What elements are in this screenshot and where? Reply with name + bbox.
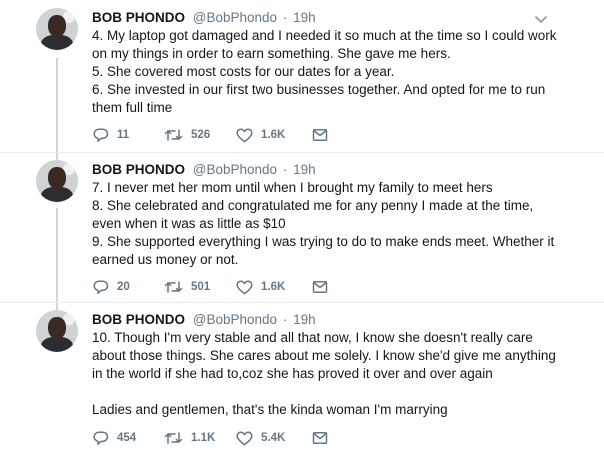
author-handle[interactable]: @BobPhondo: [193, 312, 277, 327]
retweet-count: 526: [191, 129, 211, 141]
envelope-icon: [312, 128, 328, 142]
chevron-down-icon[interactable]: [534, 12, 548, 23]
tweet-text: 7. I never met her mom until when I brou…: [92, 179, 564, 269]
envelope-icon: [312, 280, 328, 294]
like-count: 1.6K: [261, 281, 286, 293]
tweet-header: BOB PHONDO @BobPhondo · 19h: [92, 161, 564, 178]
retweet-count: 1.1K: [191, 432, 216, 444]
tweet[interactable]: BOB PHONDO @BobPhondo · 19h 7. I never m…: [0, 152, 604, 302]
reply-count: 454: [117, 432, 137, 444]
reply-button[interactable]: 454: [92, 429, 164, 447]
envelope-icon: [312, 431, 328, 445]
tweet[interactable]: BOB PHONDO @BobPhondo · 19h 10. Though I…: [0, 302, 604, 459]
tweet-paragraph: 4. My laptop got damaged and I needed it…: [92, 28, 557, 61]
retweet-icon: [164, 280, 183, 294]
avatar[interactable]: [36, 160, 78, 202]
author-handle[interactable]: @BobPhondo: [193, 10, 277, 25]
separator: ·: [282, 10, 288, 25]
like-button[interactable]: 1.6K: [236, 126, 312, 144]
avatar[interactable]: [36, 310, 78, 352]
tweet-paragraph: 10. Though I'm very stable and all that …: [92, 330, 556, 381]
tweet-paragraph: 5. She covered most costs for our dates …: [92, 64, 395, 79]
tweet-paragraph: 7. I never met her mom until when I brou…: [92, 180, 493, 195]
direct-message-button[interactable]: [312, 126, 328, 144]
author-handle[interactable]: @BobPhondo: [193, 162, 277, 177]
tweet-paragraph: 9. She supported everything I was trying…: [92, 234, 555, 267]
author-name[interactable]: BOB PHONDO: [92, 312, 185, 327]
reply-count: 11: [117, 129, 130, 141]
retweet-icon: [164, 128, 183, 142]
retweet-count: 501: [191, 281, 211, 293]
heart-icon: [236, 280, 253, 295]
reply-icon: [92, 279, 109, 295]
avatar[interactable]: [36, 8, 78, 50]
tweet-paragraph: 8. She celebrated and congratulated me f…: [92, 198, 534, 231]
direct-message-button[interactable]: [312, 429, 328, 447]
tweet-text: 4. My laptop got damaged and I needed it…: [92, 27, 564, 117]
reply-button[interactable]: 20: [92, 278, 164, 296]
separator: ·: [282, 162, 288, 177]
heart-icon: [236, 128, 253, 143]
tweet-actions: 11 526 1.6K: [92, 126, 328, 144]
retweet-icon: [164, 431, 183, 445]
author-name[interactable]: BOB PHONDO: [92, 10, 185, 25]
like-count: 1.6K: [261, 129, 286, 141]
tweet-thread: BOB PHONDO @BobPhondo · 19h 4. My laptop…: [0, 0, 604, 459]
heart-icon: [236, 431, 253, 446]
reply-count: 20: [117, 281, 130, 293]
tweet-actions: 454 1.1K 5.4K: [92, 429, 328, 447]
tweet[interactable]: BOB PHONDO @BobPhondo · 19h 4. My laptop…: [0, 0, 604, 152]
timestamp[interactable]: 19h: [293, 162, 316, 177]
like-button[interactable]: 1.6K: [236, 278, 312, 296]
retweet-button[interactable]: 526: [164, 126, 236, 144]
tweet-header: BOB PHONDO @BobPhondo · 19h: [92, 9, 564, 26]
direct-message-button[interactable]: [312, 278, 328, 296]
tweet-text: 10. Though I'm very stable and all that …: [92, 329, 564, 419]
timestamp[interactable]: 19h: [293, 312, 316, 327]
timestamp[interactable]: 19h: [293, 10, 316, 25]
tweet-actions: 20 501 1.6K: [92, 278, 328, 296]
tweet-paragraph: Ladies and gentlemen, that's the kinda w…: [92, 402, 448, 417]
reply-button[interactable]: 11: [92, 126, 164, 144]
tweet-header: BOB PHONDO @BobPhondo · 19h: [92, 311, 564, 328]
retweet-button[interactable]: 1.1K: [164, 429, 236, 447]
reply-icon: [92, 127, 109, 143]
separator: ·: [282, 312, 288, 327]
author-name[interactable]: BOB PHONDO: [92, 162, 185, 177]
retweet-button[interactable]: 501: [164, 278, 236, 296]
tweet-paragraph: 6. She invested in our first two busines…: [92, 82, 546, 115]
like-button[interactable]: 5.4K: [236, 429, 312, 447]
like-count: 5.4K: [261, 432, 286, 444]
reply-icon: [92, 430, 109, 446]
